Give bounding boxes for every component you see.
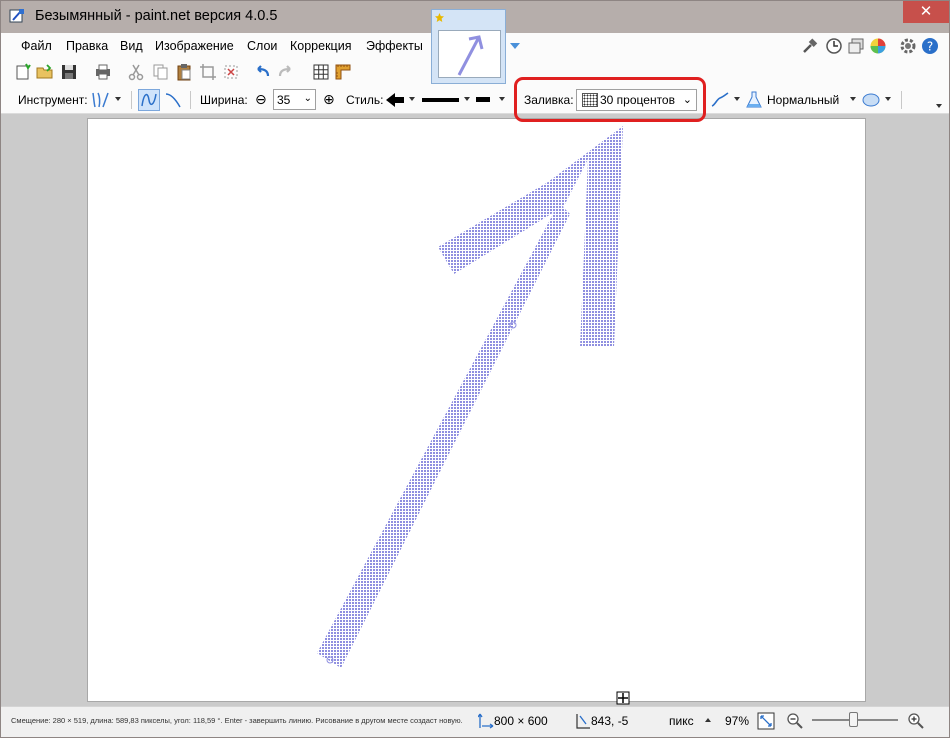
zoom-in-icon[interactable] — [907, 712, 925, 730]
arrow-shaft — [317, 203, 570, 668]
fill-highlight-annotation — [514, 77, 706, 122]
zoom-out-icon[interactable] — [786, 712, 804, 730]
menu-file[interactable]: Файл — [21, 39, 52, 53]
grid-icon[interactable] — [312, 63, 330, 81]
menu-effects[interactable]: Эффекты — [366, 39, 423, 53]
start-style-dropdown-arrow[interactable] — [409, 97, 415, 101]
cut-scissors-icon[interactable] — [127, 63, 145, 81]
width-input[interactable]: 35 ⌄ — [273, 89, 316, 110]
redo-icon[interactable] — [277, 63, 295, 81]
units-select[interactable]: пикс — [669, 714, 694, 728]
menu-adjustments[interactable]: Коррекция — [290, 39, 351, 53]
image-thumbnail-tab[interactable] — [431, 9, 520, 84]
style-label: Стиль: — [346, 93, 384, 107]
units-dropdown-icon[interactable] — [704, 717, 712, 723]
move-cursor-icon — [616, 691, 630, 705]
image-size-value: 800 × 600 — [494, 714, 548, 728]
zoom-to-window-icon[interactable] — [757, 712, 775, 730]
arrow-start-style-icon[interactable] — [385, 92, 405, 108]
workspace — [1, 114, 949, 706]
crop-icon[interactable] — [199, 63, 217, 81]
window-title: Безымянный - paint.net версия 4.0.5 — [35, 8, 278, 24]
paste-clipboard-icon[interactable] — [175, 63, 193, 81]
menu-layers[interactable]: Слои — [247, 39, 277, 53]
end-style-icon[interactable] — [476, 97, 490, 102]
width-increase-button[interactable]: ⊕ — [323, 91, 335, 108]
undo-icon[interactable] — [253, 63, 271, 81]
tools-window-icon[interactable] — [801, 37, 819, 55]
zoom-value: 97% — [725, 714, 750, 728]
save-disk-icon[interactable] — [60, 63, 78, 81]
menu-edit[interactable]: Правка — [66, 39, 108, 53]
separator — [190, 91, 191, 109]
app-window: Безымянный - paint.net версия 4.0.5 ✕ Фа… — [0, 0, 950, 738]
deselect-icon[interactable] — [222, 63, 240, 81]
colors-window-icon[interactable] — [869, 37, 887, 55]
antialiasing-icon[interactable] — [709, 91, 731, 109]
spline-icon — [141, 93, 157, 107]
separator — [901, 91, 902, 109]
layers-window-icon[interactable] — [847, 37, 865, 55]
instrument-label: Инструмент: — [18, 93, 88, 107]
status-hint: Смещение: 280 × 519, длина: 589,83 пиксе… — [11, 716, 463, 725]
thumbnail-arrow-icon — [457, 35, 484, 76]
close-button[interactable]: ✕ — [903, 1, 949, 23]
svg-text:?: ? — [927, 40, 933, 54]
width-label: Ширина: — [200, 93, 248, 107]
drawn-arrow — [317, 126, 623, 668]
drawing-canvas[interactable] — [87, 118, 866, 702]
star-icon — [435, 13, 444, 22]
width-decrease-button[interactable]: ⊖ — [255, 91, 267, 108]
line-style-icon[interactable] — [422, 98, 459, 102]
blend-mode-flask-icon[interactable] — [745, 90, 763, 110]
settings-gear-icon[interactable] — [899, 37, 917, 55]
blend-mode-value[interactable]: Нормальный — [767, 93, 839, 107]
toolbar-overflow-arrow[interactable] — [936, 104, 942, 108]
open-folder-icon[interactable] — [36, 63, 54, 81]
antialiasing-dropdown-arrow[interactable] — [734, 97, 740, 101]
line-curve-tool-icon[interactable] — [91, 91, 111, 109]
separator — [131, 91, 132, 109]
print-icon[interactable] — [94, 63, 112, 81]
zoom-slider-thumb[interactable] — [849, 712, 858, 727]
line-style-dropdown-arrow[interactable] — [464, 97, 470, 101]
help-icon[interactable]: ? — [921, 37, 939, 55]
selection-mode-dropdown-arrow[interactable] — [885, 97, 891, 101]
cursor-position-icon — [576, 714, 590, 729]
menu-image[interactable]: Изображение — [155, 39, 234, 53]
paintnet-app-icon[interactable] — [9, 8, 25, 24]
blend-mode-dropdown-arrow[interactable] — [850, 97, 856, 101]
menu-view[interactable]: Вид — [120, 39, 143, 53]
spline-mode-button[interactable] — [138, 89, 160, 111]
cursor-position-value: 843, -5 — [591, 714, 629, 728]
chevron-down-icon[interactable]: ⌄ — [304, 93, 312, 104]
bezier-mode-icon[interactable] — [163, 90, 183, 110]
thumbnail-preview — [438, 30, 501, 78]
width-value: 35 — [277, 93, 291, 107]
selection-mode-icon[interactable] — [861, 91, 881, 109]
history-window-icon[interactable] — [825, 37, 843, 55]
new-image-icon[interactable] — [14, 63, 32, 81]
end-style-dropdown-arrow[interactable] — [499, 97, 505, 101]
instrument-dropdown-arrow[interactable] — [115, 97, 121, 101]
tab-dropdown-icon[interactable] — [509, 40, 521, 52]
copy-icon[interactable] — [152, 63, 170, 81]
tool-options-toolbar: Инструмент: Ширина: ⊖ 35 ⌄ ⊕ Стиль: Зали… — [1, 86, 949, 114]
status-bar: Смещение: 280 × 519, длина: 589,83 пиксе… — [1, 706, 949, 737]
ruler-icon[interactable] — [334, 63, 352, 81]
image-size-icon — [478, 713, 494, 729]
